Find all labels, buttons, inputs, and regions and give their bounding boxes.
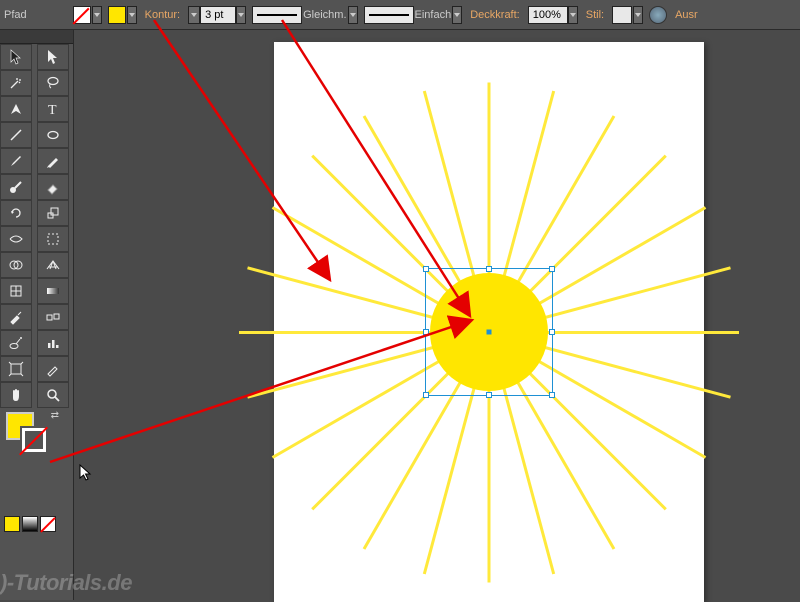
center-point[interactable] — [487, 330, 492, 335]
stroke-weight-label: Kontur: — [143, 9, 182, 21]
eraser-tool[interactable] — [37, 174, 69, 200]
column-graph-tool[interactable] — [37, 330, 69, 356]
graphic-style[interactable] — [612, 6, 632, 24]
selection-tool[interactable] — [0, 44, 32, 70]
rotate-tool[interactable] — [0, 200, 32, 226]
canvas-area[interactable] — [74, 30, 800, 600]
resize-handle[interactable] — [423, 329, 429, 335]
resize-handle[interactable] — [549, 392, 555, 398]
color-mode-gradient[interactable] — [22, 516, 38, 532]
shape-builder-tool[interactable] — [0, 252, 32, 278]
color-mode-row — [0, 516, 73, 532]
fill-swatch[interactable] — [73, 6, 91, 24]
paintbrush-tool[interactable] — [0, 148, 32, 174]
style-label: Stil: — [584, 9, 606, 21]
swap-colors-icon[interactable]: ⇄ — [51, 410, 59, 421]
brush-dropdown[interactable] — [452, 6, 462, 24]
stroke-cap-text: Gleichm. — [303, 9, 346, 21]
resize-handle[interactable] — [423, 266, 429, 272]
watermark-text: )-Tutorials.de — [0, 570, 132, 596]
stroke-swatch[interactable] — [108, 6, 126, 24]
resize-handle[interactable] — [549, 266, 555, 272]
fill-dropdown[interactable] — [92, 6, 102, 24]
stroke-profile-dropdown[interactable] — [348, 6, 358, 24]
line-tool[interactable] — [0, 122, 32, 148]
color-mode-none[interactable] — [40, 516, 56, 532]
selection-mode-label: Pfad — [4, 9, 27, 21]
perspective-grid-tool[interactable] — [37, 252, 69, 278]
symbol-sprayer-tool[interactable] — [0, 330, 32, 356]
slice-tool[interactable] — [37, 356, 69, 382]
svg-text:T: T — [48, 103, 57, 117]
direct-selection-tool[interactable] — [37, 44, 69, 70]
stroke-profile[interactable] — [252, 6, 302, 24]
pen-tool[interactable] — [0, 96, 32, 122]
opacity-dropdown[interactable] — [568, 6, 578, 24]
magic-wand-tool[interactable] — [0, 70, 32, 96]
resize-handle[interactable] — [486, 392, 492, 398]
zoom-tool[interactable] — [37, 382, 69, 408]
resize-handle[interactable] — [549, 329, 555, 335]
opacity-label: Deckkraft: — [468, 9, 522, 21]
eyedropper-tool[interactable] — [0, 304, 32, 330]
stroke-dropdown[interactable] — [127, 6, 137, 24]
selection-bounding-box[interactable] — [425, 268, 553, 396]
recolor-artwork-icon[interactable] — [649, 6, 667, 24]
style-dropdown[interactable] — [633, 6, 643, 24]
tool-grid: T — [0, 44, 73, 408]
blob-brush-tool[interactable] — [0, 174, 32, 200]
scale-tool[interactable] — [37, 200, 69, 226]
pencil-tool[interactable] — [37, 148, 69, 174]
lasso-tool[interactable] — [37, 70, 69, 96]
stroke-color-swatch[interactable] — [20, 426, 48, 454]
artboard-tool[interactable] — [0, 356, 32, 382]
stroke-stepper-down[interactable] — [188, 6, 200, 24]
blend-tool[interactable] — [37, 304, 69, 330]
stroke-weight-input[interactable] — [200, 6, 236, 24]
hand-tool[interactable] — [0, 382, 32, 408]
opacity-input[interactable] — [528, 6, 568, 24]
resize-handle[interactable] — [486, 266, 492, 272]
panel-grip[interactable] — [0, 30, 73, 44]
stroke-join-text: Einfach — [415, 9, 452, 21]
gradient-tool[interactable] — [37, 278, 69, 304]
brush-definition[interactable] — [364, 6, 414, 24]
artboard[interactable] — [274, 42, 704, 602]
ellipse-tool[interactable] — [37, 122, 69, 148]
stroke-weight-dropdown[interactable] — [236, 6, 246, 24]
color-controls: ⇄ — [0, 408, 73, 468]
color-mode-solid[interactable] — [4, 516, 20, 532]
align-label: Ausr — [673, 9, 700, 21]
tools-panel: T ⇄ — [0, 30, 74, 600]
resize-handle[interactable] — [423, 392, 429, 398]
mesh-tool[interactable] — [0, 278, 32, 304]
type-tool[interactable]: T — [37, 96, 69, 122]
width-tool[interactable] — [0, 226, 32, 252]
control-bar: Pfad Kontur: Gleichm. Einfach Deckkraft:… — [0, 0, 800, 30]
free-transform-tool[interactable] — [37, 226, 69, 252]
